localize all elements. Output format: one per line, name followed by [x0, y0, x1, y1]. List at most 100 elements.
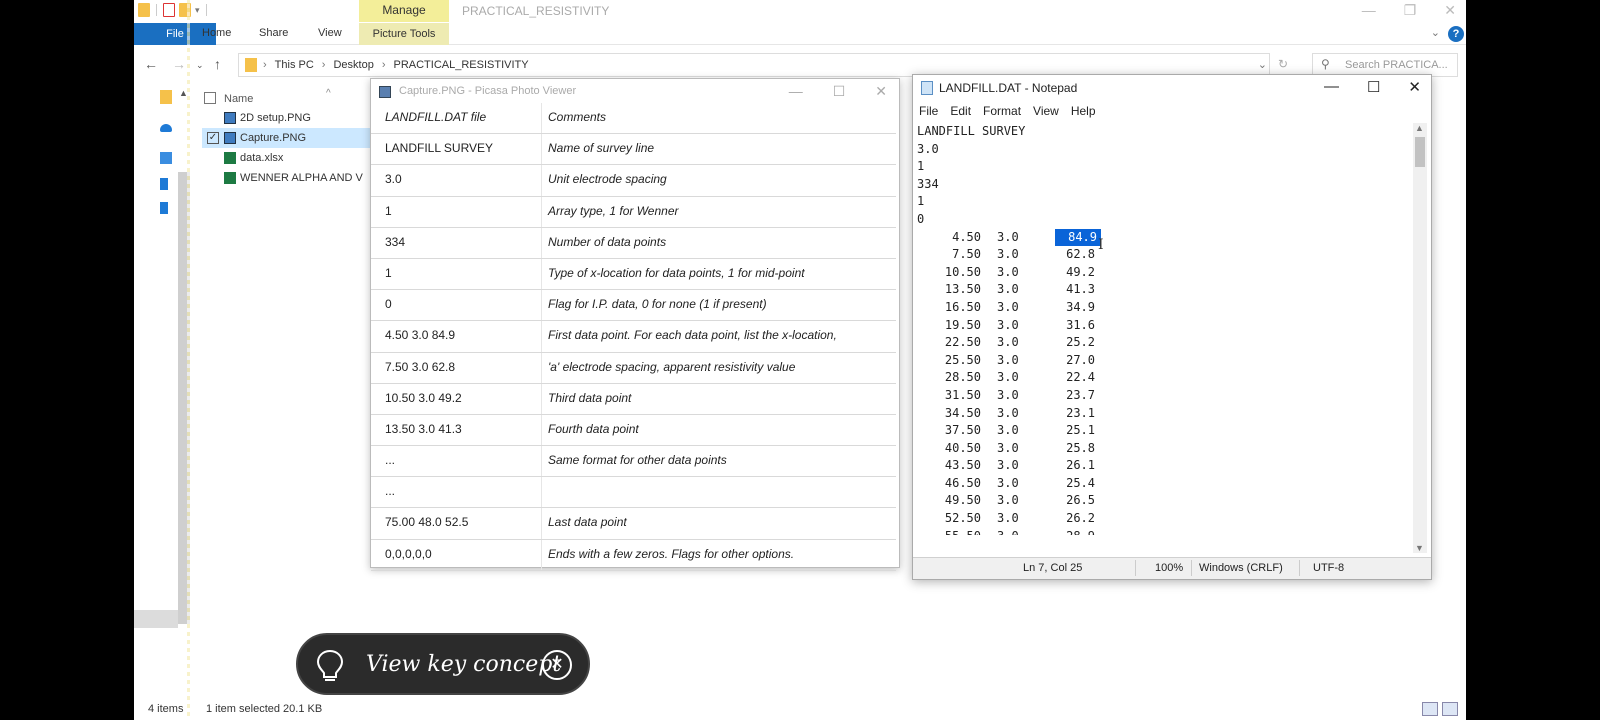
close-icon[interactable]: ✕ — [542, 650, 572, 680]
table-cell-comment: Number of data points — [548, 234, 667, 249]
drive-icon[interactable] — [160, 178, 168, 190]
folder-icon[interactable] — [160, 90, 172, 104]
table-cell-value: 334 — [385, 234, 406, 249]
maximize-icon[interactable]: ☐ — [833, 83, 846, 100]
maximize-icon[interactable]: ❐ — [1404, 2, 1417, 19]
file-row[interactable]: WENNER ALPHA AND V — [202, 168, 370, 188]
onedrive-icon[interactable] — [160, 124, 172, 132]
this-pc-icon[interactable] — [160, 152, 172, 164]
tab-share[interactable]: Share — [259, 27, 288, 39]
menu-format[interactable]: Format — [983, 101, 1021, 121]
x-location: 10.50 — [944, 264, 981, 279]
x-location: 46.50 — [944, 475, 981, 490]
text-line: 1 — [917, 194, 925, 209]
column-name-header[interactable]: Name — [224, 93, 253, 105]
close-icon[interactable]: ✕ — [1444, 2, 1456, 19]
notepad-menubar: File Edit Format View Help — [913, 101, 1431, 121]
electrode-spacing: 3.0 — [997, 458, 1019, 473]
scroll-thumb[interactable] — [1415, 137, 1425, 167]
explorer-window-title: PRACTICAL_RESISTIVITY — [462, 4, 610, 18]
line-ending: Windows (CRLF) — [1199, 562, 1283, 574]
refresh-icon[interactable]: ↻ — [1278, 57, 1288, 71]
table-row: 10.50 3.0 49.2 Third data point — [371, 384, 896, 415]
table-cell-value: 75.00 48.0 52.5 — [385, 515, 469, 530]
forward-arrow-icon[interactable]: → — [172, 56, 186, 72]
resistivity-value: 62.8 — [1066, 247, 1095, 262]
details-view-icon[interactable] — [1422, 702, 1438, 716]
large-icons-view-icon[interactable] — [1442, 702, 1458, 716]
view-key-concept-button[interactable]: View key concept ✕ — [296, 633, 590, 695]
folder-icon — [245, 58, 257, 72]
minimize-icon[interactable]: — — [1362, 2, 1376, 19]
back-arrow-icon[interactable]: ← — [144, 56, 158, 72]
x-location: 49.50 — [944, 493, 981, 508]
table-row: 4.50 3.0 84.9 First data point. For each … — [371, 321, 896, 353]
explorer-titlebar: ▾ Manage PRACTICAL_RESISTIVITY — ❐ ✕ — [134, 0, 1466, 23]
properties-icon[interactable] — [163, 3, 175, 17]
file-row[interactable]: data.xlsx — [202, 148, 370, 168]
breadcrumb-this-pc[interactable]: This PC — [275, 59, 314, 71]
resistivity-value: 31.6 — [1066, 317, 1095, 332]
chevron-down-icon[interactable]: ⌄ — [1258, 58, 1267, 71]
electrode-spacing: 3.0 — [997, 511, 1019, 526]
table-cell-value: 1 — [385, 203, 392, 218]
resistivity-value: 23.1 — [1066, 405, 1095, 420]
notepad-icon — [921, 81, 933, 95]
electrode-spacing: 3.0 — [997, 405, 1019, 420]
close-icon[interactable]: ✕ — [1408, 78, 1421, 96]
text-line: 0 — [917, 211, 925, 226]
breadcrumb-folder[interactable]: PRACTICAL_RESISTIVITY — [394, 59, 529, 71]
data-line: 10.50 3.0 49.2 — [917, 264, 1409, 282]
file-row[interactable]: 2D setup.PNG — [202, 108, 370, 128]
data-line: 19.50 3.0 31.6 — [917, 317, 1409, 335]
data-line: 52.50 3.0 26.2 — [917, 510, 1409, 528]
menu-view[interactable]: View — [1033, 101, 1059, 121]
recent-locations-icon[interactable]: ⌄ — [196, 60, 204, 71]
maximize-icon[interactable]: ☐ — [1367, 78, 1380, 96]
x-location: 25.50 — [944, 352, 981, 367]
menu-help[interactable]: Help — [1071, 101, 1096, 121]
table-cell-value: ... — [385, 453, 396, 468]
chevron-down-icon[interactable]: ⌄ — [1431, 26, 1440, 39]
table-cell-value: 13.50 3.0 41.3 — [385, 421, 462, 436]
resistivity-value: 25.2 — [1066, 335, 1095, 350]
resistivity-value: 84.9 — [1055, 228, 1101, 247]
table-cell-value: 1 — [385, 265, 392, 280]
electrode-spacing: 3.0 — [997, 370, 1019, 385]
electrode-spacing: 3.0 — [997, 335, 1019, 350]
up-arrow-icon[interactable]: ↑ — [214, 56, 221, 72]
image-icon — [224, 112, 236, 124]
notepad-text-area[interactable]: LANDFILL SURVEY 3.0 1 334 1 0 4.50 3.0 84.9 7.50 3… — [917, 123, 1409, 535]
tab-home[interactable]: Home — [202, 27, 231, 39]
file-list: Name ^ 2D setup.PNG ✓ Capture.PNG data.x… — [202, 86, 370, 188]
lightbulb-icon — [316, 649, 344, 681]
menu-edit[interactable]: Edit — [950, 101, 971, 121]
network-icon[interactable] — [160, 202, 168, 214]
select-all-checkbox[interactable] — [204, 92, 216, 104]
electrode-spacing: 3.0 — [997, 423, 1019, 438]
help-icon[interactable]: ? — [1448, 26, 1464, 42]
table-row: 0 Flag for I.P. data, 0 for none (1 if pr… — [371, 290, 896, 322]
file-row-selected[interactable]: ✓ Capture.PNG — [202, 128, 370, 148]
manage-contextual-tab[interactable]: Manage — [359, 0, 449, 22]
notepad-statusbar: Ln 7, Col 25 100% Windows (CRLF) UTF-8 — [913, 557, 1431, 579]
minimize-icon[interactable]: — — [1324, 78, 1339, 96]
scroll-up-icon[interactable]: ▲ — [1415, 123, 1424, 133]
menu-file[interactable]: File — [919, 101, 938, 121]
scroll-down-icon[interactable]: ▼ — [1415, 543, 1424, 553]
table-row: 3.0 Unit electrode spacing — [371, 165, 896, 197]
tab-view[interactable]: View — [318, 27, 342, 39]
x-location: 31.50 — [944, 387, 981, 402]
tab-picture-tools[interactable]: Picture Tools — [359, 23, 449, 45]
breadcrumb-desktop[interactable]: Desktop — [333, 59, 373, 71]
close-icon[interactable]: ✕ — [875, 83, 887, 100]
resistivity-value: 41.3 — [1066, 282, 1095, 297]
text-line: 3.0 — [917, 141, 939, 156]
table-row: 75.00 48.0 52.5 Last data point — [371, 508, 896, 540]
minimize-icon[interactable]: — — [789, 83, 803, 100]
x-location: 55.50 — [943, 528, 981, 535]
notepad-scrollbar[interactable]: ▲ ▼ — [1413, 123, 1427, 553]
customize-qat-icon[interactable]: ▾ — [195, 5, 200, 16]
electrode-spacing: 3.0 — [997, 493, 1019, 508]
row-checkbox[interactable]: ✓ — [207, 132, 219, 144]
